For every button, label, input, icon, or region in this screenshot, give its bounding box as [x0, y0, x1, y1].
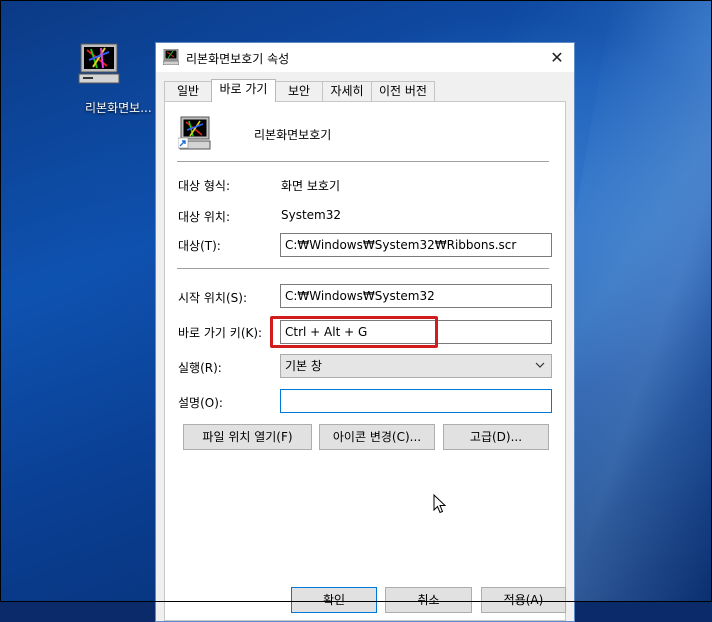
cancel-button[interactable]: 취소: [385, 587, 472, 613]
target-label: 대상(T):: [178, 239, 221, 253]
annotation-highlight-box: [270, 316, 438, 348]
divider: [177, 161, 549, 162]
target-location-value: System32: [281, 208, 342, 222]
tab-general[interactable]: 일반: [164, 81, 212, 101]
mouse-pointer-icon: [433, 494, 447, 514]
target-type-value: 화면 보호기: [281, 179, 341, 193]
shortcut-name: 리본화면보호기: [254, 128, 332, 142]
divider: [177, 268, 549, 269]
open-file-location-button[interactable]: 파일 위치 열기(F): [183, 424, 312, 450]
close-button[interactable]: ✕: [540, 43, 574, 72]
desktop-icon-label: 리본화면보...: [85, 101, 152, 115]
tab-shortcut[interactable]: 바로 가기: [211, 79, 276, 102]
start-in-input[interactable]: C:₩Windows₩System32: [280, 284, 552, 308]
screensaver-monitor-icon: [78, 43, 120, 84]
target-input[interactable]: C:₩Windows₩System32₩Ribbons.scr: [280, 233, 552, 257]
advanced-button[interactable]: 고급(D)...: [443, 424, 549, 450]
ok-button[interactable]: 확인: [291, 587, 377, 613]
run-select[interactable]: 기본 창: [280, 354, 552, 378]
change-icon-button[interactable]: 아이콘 변경(C)...: [319, 424, 435, 450]
tab-previous-versions[interactable]: 이전 버전: [371, 81, 435, 101]
apply-button[interactable]: 적용(A): [481, 587, 566, 613]
target-location-label: 대상 위치:: [178, 210, 231, 224]
chevron-down-icon: [535, 358, 545, 374]
close-icon: ✕: [550, 48, 564, 67]
comment-input[interactable]: [280, 389, 552, 413]
target-type-label: 대상 형식:: [178, 179, 231, 193]
title-bar[interactable]: 리본화면보호기 속성 ✕: [156, 43, 574, 72]
screensaver-monitor-icon: [178, 116, 211, 150]
tab-details[interactable]: 자세히: [322, 81, 372, 101]
run-label: 실행(R):: [178, 361, 222, 375]
desktop-icon-ribbon-screensaver[interactable]: 리본화면보...: [62, 42, 152, 115]
tab-security[interactable]: 보안: [275, 81, 323, 101]
screensaver-monitor-icon: [163, 49, 179, 65]
comment-label: 설명(O):: [178, 396, 223, 410]
hotkey-label: 바로 가기 키(K):: [178, 326, 263, 340]
window-title: 리본화면보호기 속성: [186, 52, 290, 66]
start-in-label: 시작 위치(S):: [178, 291, 247, 305]
run-select-value: 기본 창: [285, 359, 322, 373]
